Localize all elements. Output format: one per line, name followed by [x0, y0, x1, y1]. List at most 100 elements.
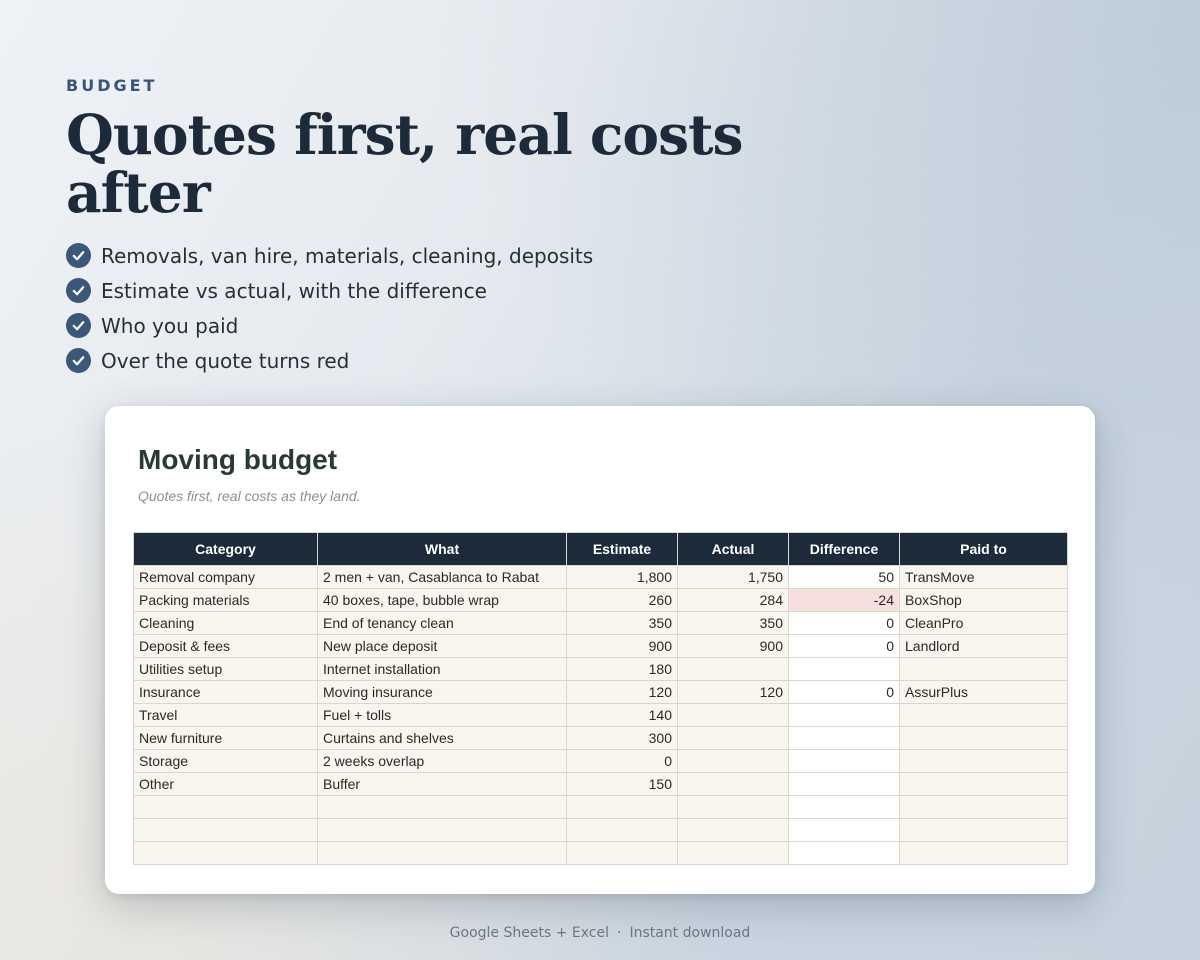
- cell-difference[interactable]: -24: [788, 588, 900, 612]
- cell-estimate[interactable]: 260: [566, 588, 678, 612]
- cell-paid-to[interactable]: [899, 749, 1068, 773]
- cell-estimate[interactable]: 180: [566, 657, 678, 681]
- cell-category[interactable]: Cleaning: [133, 611, 318, 635]
- cell-actual[interactable]: [677, 703, 789, 727]
- cell-actual[interactable]: 1,750: [677, 565, 789, 589]
- cell-category[interactable]: Travel: [133, 703, 318, 727]
- cell-estimate[interactable]: 140: [566, 703, 678, 727]
- cell-what[interactable]: [317, 841, 567, 865]
- cell-estimate[interactable]: 350: [566, 611, 678, 635]
- check-circle-icon: [66, 243, 91, 268]
- cell-paid-to[interactable]: [899, 818, 1068, 842]
- cell-actual[interactable]: [677, 841, 789, 865]
- cell-category[interactable]: Storage: [133, 749, 318, 773]
- cell-difference[interactable]: [788, 726, 900, 750]
- cell-category[interactable]: New furniture: [133, 726, 318, 750]
- cell-estimate[interactable]: 300: [566, 726, 678, 750]
- cell-actual[interactable]: [677, 726, 789, 750]
- cell-what[interactable]: Curtains and shelves: [317, 726, 567, 750]
- cell-paid-to[interactable]: [899, 795, 1068, 819]
- eyebrow-label: BUDGET: [66, 76, 158, 95]
- column-header-paid-to[interactable]: Paid to: [899, 532, 1068, 566]
- cell-paid-to[interactable]: AssurPlus: [899, 680, 1068, 704]
- cell-estimate[interactable]: [566, 841, 678, 865]
- footer-separator: ·: [616, 925, 622, 941]
- column-header-actual[interactable]: Actual: [677, 532, 789, 566]
- cell-category[interactable]: Deposit & fees: [133, 634, 318, 658]
- cell-category[interactable]: Other: [133, 772, 318, 796]
- cell-actual[interactable]: [677, 795, 789, 819]
- cell-difference[interactable]: [788, 841, 900, 865]
- table-row: [133, 818, 1068, 842]
- cell-actual[interactable]: 284: [677, 588, 789, 612]
- cell-paid-to[interactable]: Landlord: [899, 634, 1068, 658]
- cell-estimate[interactable]: 900: [566, 634, 678, 658]
- cell-what[interactable]: Fuel + tolls: [317, 703, 567, 727]
- cell-difference[interactable]: [788, 657, 900, 681]
- cell-category[interactable]: [133, 818, 318, 842]
- cell-what[interactable]: 40 boxes, tape, bubble wrap: [317, 588, 567, 612]
- cell-paid-to[interactable]: [899, 657, 1068, 681]
- cell-category[interactable]: Insurance: [133, 680, 318, 704]
- cell-paid-to[interactable]: BoxShop: [899, 588, 1068, 612]
- cell-category[interactable]: Utilities setup: [133, 657, 318, 681]
- cell-category[interactable]: [133, 795, 318, 819]
- cell-what[interactable]: New place deposit: [317, 634, 567, 658]
- cell-category[interactable]: Packing materials: [133, 588, 318, 612]
- cell-what[interactable]: Internet installation: [317, 657, 567, 681]
- cell-paid-to[interactable]: CleanPro: [899, 611, 1068, 635]
- feature-text: Estimate vs actual, with the difference: [101, 278, 487, 303]
- footer-platforms: Google Sheets + Excel: [449, 925, 609, 941]
- cell-actual[interactable]: 120: [677, 680, 789, 704]
- cell-what[interactable]: [317, 818, 567, 842]
- column-header-difference[interactable]: Difference: [788, 532, 900, 566]
- cell-actual[interactable]: [677, 772, 789, 796]
- column-header-what[interactable]: What: [317, 532, 567, 566]
- spreadsheet-preview-card: Moving budget Quotes first, real costs a…: [105, 406, 1095, 894]
- cell-difference[interactable]: [788, 749, 900, 773]
- cell-what[interactable]: Buffer: [317, 772, 567, 796]
- column-header-estimate[interactable]: Estimate: [566, 532, 678, 566]
- cell-paid-to[interactable]: [899, 726, 1068, 750]
- cell-difference[interactable]: 0: [788, 611, 900, 635]
- table-row: [133, 795, 1068, 819]
- cell-paid-to[interactable]: [899, 772, 1068, 796]
- table-row: New furniture Curtains and shelves 300: [133, 726, 1068, 750]
- cell-difference[interactable]: [788, 795, 900, 819]
- cell-estimate[interactable]: 0: [566, 749, 678, 773]
- cell-paid-to[interactable]: TransMove: [899, 565, 1068, 589]
- check-circle-icon: [66, 313, 91, 338]
- cell-what[interactable]: Moving insurance: [317, 680, 567, 704]
- cell-paid-to[interactable]: [899, 703, 1068, 727]
- cell-difference[interactable]: 0: [788, 680, 900, 704]
- cell-paid-to[interactable]: [899, 841, 1068, 865]
- cell-estimate[interactable]: 120: [566, 680, 678, 704]
- cell-what[interactable]: [317, 795, 567, 819]
- footer-note: Google Sheets + Excel · Instant download: [0, 925, 1200, 941]
- cell-actual[interactable]: 900: [677, 634, 789, 658]
- cell-estimate[interactable]: 1,800: [566, 565, 678, 589]
- cell-estimate[interactable]: 150: [566, 772, 678, 796]
- table-row: Deposit & fees New place deposit 900 900 0 La…: [133, 634, 1068, 658]
- cell-difference[interactable]: [788, 818, 900, 842]
- cell-estimate[interactable]: [566, 818, 678, 842]
- cell-actual[interactable]: [677, 657, 789, 681]
- cell-actual[interactable]: [677, 818, 789, 842]
- cell-actual[interactable]: 350: [677, 611, 789, 635]
- table-header-row: Category What Estimate Actual Difference…: [133, 532, 1068, 566]
- cell-what[interactable]: 2 men + van, Casablanca to Rabat: [317, 565, 567, 589]
- cell-estimate[interactable]: [566, 795, 678, 819]
- cell-what[interactable]: End of tenancy clean: [317, 611, 567, 635]
- cell-what[interactable]: 2 weeks overlap: [317, 749, 567, 773]
- cell-category[interactable]: Removal company: [133, 565, 318, 589]
- cell-difference[interactable]: [788, 703, 900, 727]
- cell-difference[interactable]: 50: [788, 565, 900, 589]
- table-row: Utilities setup Internet installation 180: [133, 657, 1068, 681]
- column-header-category[interactable]: Category: [133, 532, 318, 566]
- feature-item: Over the quote turns red: [66, 343, 593, 378]
- cell-actual[interactable]: [677, 749, 789, 773]
- cell-difference[interactable]: [788, 772, 900, 796]
- headline: Quotes first, real costs after: [66, 102, 743, 225]
- cell-category[interactable]: [133, 841, 318, 865]
- cell-difference[interactable]: 0: [788, 634, 900, 658]
